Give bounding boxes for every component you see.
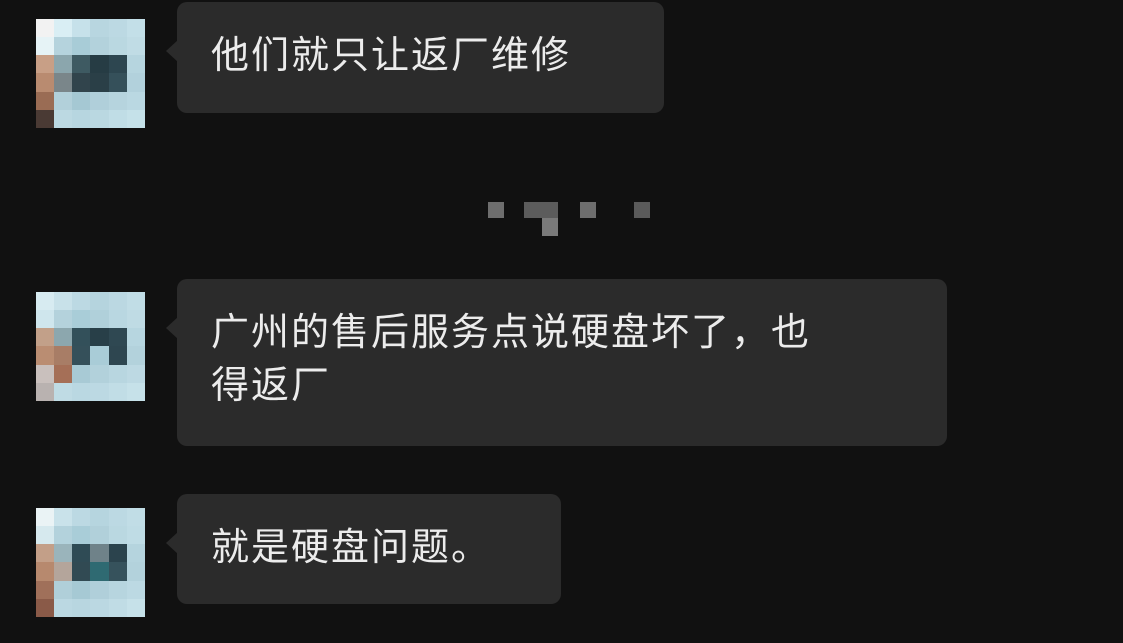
message-text: 广州的售后服务点说硬盘坏了，也 得返厂 <box>211 310 812 407</box>
sender-avatar[interactable] <box>36 292 145 401</box>
loading-indicator <box>488 200 658 240</box>
sender-avatar[interactable] <box>36 19 145 128</box>
message-bubble[interactable]: 就是硬盘问题。 <box>166 494 561 604</box>
message-bubble[interactable]: 他们就只让返厂维修 <box>166 2 664 113</box>
message-text: 就是硬盘问题。 <box>211 525 492 569</box>
message-bubble[interactable]: 广州的售后服务点说硬盘坏了，也 得返厂 <box>166 279 947 446</box>
sender-avatar[interactable] <box>36 508 145 617</box>
message-text: 他们就只让返厂维修 <box>211 33 572 77</box>
